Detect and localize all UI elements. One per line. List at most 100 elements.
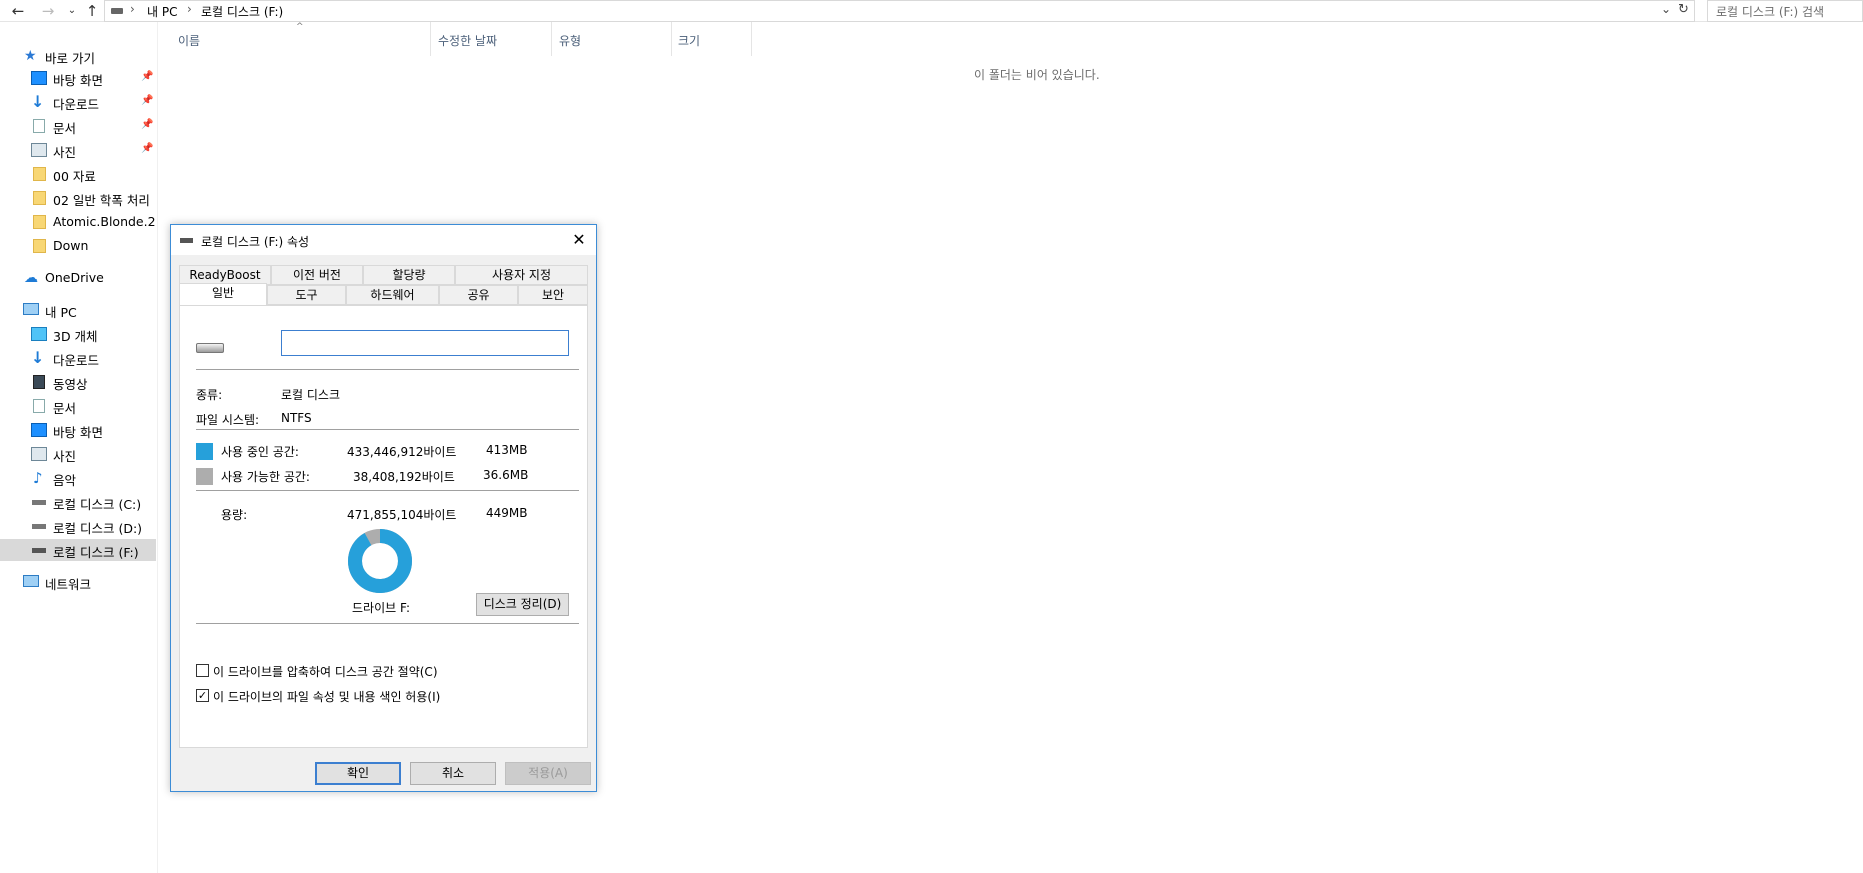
cancel-button[interactable]: 취소 [410, 762, 496, 785]
column-date-modified[interactable]: 수정한 날짜 [438, 32, 497, 49]
sidebar-item-label: 02 일반 학폭 처리 [53, 193, 150, 208]
refresh-icon[interactable]: ↻ [1678, 2, 1689, 17]
sidebar-item-folder[interactable]: 00 자료 [0, 163, 156, 185]
drive-icon [32, 500, 46, 505]
arrow-left-icon[interactable]: ← [8, 1, 28, 21]
column-name[interactable]: 이름 [178, 32, 200, 49]
sidebar-item-videos[interactable]: 동영상 [0, 371, 156, 393]
tab-security[interactable]: 보안 [518, 285, 588, 305]
sidebar-item-documents[interactable]: 문서 [0, 395, 156, 417]
column-divider[interactable] [430, 22, 431, 56]
sidebar-item-onedrive[interactable]: ☁ OneDrive [0, 267, 156, 289]
sidebar-item-label: 사진 [53, 449, 77, 464]
sidebar-item-label: 바탕 화면 [53, 425, 103, 440]
sidebar-item-drive-f[interactable]: 로컬 디스크 (F:) [0, 539, 156, 561]
desktop-icon [31, 423, 47, 437]
drive-letter-label: 드라이브 F: [352, 601, 410, 615]
tab-quota[interactable]: 할당량 [363, 265, 455, 285]
breadcrumb-current[interactable]: 로컬 디스크 (F:) [201, 3, 283, 20]
ok-button[interactable]: 확인 [315, 762, 401, 785]
sidebar-item-label: 로컬 디스크 (D:) [53, 521, 143, 536]
sidebar-item-network[interactable]: 네트워크 [0, 571, 156, 593]
compress-checkbox[interactable] [196, 664, 209, 677]
drive-icon [32, 548, 46, 553]
arrow-right-icon[interactable]: → [38, 1, 58, 21]
sidebar-item-pictures[interactable]: 사진 📌 [0, 139, 156, 161]
breadcrumb-this-pc[interactable]: 내 PC [147, 3, 177, 20]
close-icon[interactable]: ✕ [566, 229, 592, 251]
sidebar-item-folder[interactable]: 02 일반 학폭 처리 [0, 187, 156, 209]
cloud-icon: ☁ [24, 270, 38, 286]
sidebar-item-drive-c[interactable]: 로컬 디스크 (C:) [0, 491, 156, 513]
free-space-label: 사용 가능한 공간: [221, 470, 310, 484]
computer-icon [23, 303, 39, 315]
sidebar-item-music[interactable]: ♪ 음악 [0, 467, 156, 489]
sidebar-item-pictures[interactable]: 사진 [0, 443, 156, 465]
tab-hardware[interactable]: 하드웨어 [346, 285, 439, 305]
tab-readyboost[interactable]: ReadyBoost [179, 265, 271, 285]
sidebar-item-label: 문서 [53, 401, 77, 416]
video-icon [33, 375, 45, 389]
divider [196, 623, 579, 624]
sort-ascending-icon: ^ [296, 22, 304, 32]
sidebar-item-label: 사진 [53, 145, 77, 160]
capacity-label: 용량: [221, 508, 248, 522]
used-space-size: 413MB [486, 443, 528, 457]
properties-dialog: 로컬 디스크 (F:) 속성 ✕ ReadyBoost 이전 버전 할당량 사용… [170, 224, 597, 792]
index-label[interactable]: 이 드라이브의 파일 속성 및 내용 색인 허용(I) [213, 688, 440, 705]
tab-tools[interactable]: 도구 [267, 285, 346, 305]
sidebar-quick-access[interactable]: ★ 바로 가기 [0, 45, 156, 67]
sidebar-item-label: 로컬 디스크 (C:) [53, 497, 142, 512]
sidebar-item-label: 음악 [53, 473, 77, 488]
arrow-up-icon[interactable]: ↑ [82, 1, 102, 21]
picture-icon [31, 143, 47, 157]
sidebar-item-folder[interactable]: Atomic.Blonde.201 [0, 211, 156, 233]
tab-customize[interactable]: 사용자 지정 [455, 265, 588, 285]
used-space-arc [348, 529, 412, 593]
folder-icon [33, 239, 46, 253]
sidebar-item-label: 00 자료 [53, 169, 96, 184]
tab-general[interactable]: 일반 [179, 283, 267, 305]
sidebar-item-this-pc[interactable]: 내 PC [0, 299, 156, 321]
free-space-size: 36.6MB [483, 468, 529, 482]
sidebar-item-label: Atomic.Blonde.201 [53, 214, 156, 229]
sidebar-item-folder[interactable]: Down [0, 235, 156, 257]
sidebar-item-documents[interactable]: 문서 📌 [0, 115, 156, 137]
disk-cleanup-button[interactable]: 디스크 정리(D) [476, 593, 569, 616]
column-divider[interactable] [671, 22, 672, 56]
tab-sharing[interactable]: 공유 [439, 285, 518, 305]
sidebar-item-3d-objects[interactable]: 3D 개체 [0, 323, 156, 345]
sidebar-item-label: 문서 [53, 121, 77, 136]
tab-previous-versions[interactable]: 이전 버전 [271, 265, 363, 285]
column-type[interactable]: 유형 [559, 32, 581, 49]
pin-icon[interactable]: 📌 [141, 71, 153, 82]
drive-icon [111, 8, 123, 14]
sidebar-item-label: 바탕 화면 [53, 73, 103, 88]
drive-icon [180, 238, 193, 243]
address-bar[interactable]: › 내 PC › 로컬 디스크 (F:) ⌄ ↻ [104, 0, 1695, 22]
drive-name-input[interactable] [281, 330, 569, 356]
apply-button[interactable]: 적용(A) [505, 762, 591, 785]
pin-icon[interactable]: 📌 [141, 95, 153, 106]
chevron-down-icon[interactable]: ⌄ [1661, 2, 1671, 16]
capacity-size: 449MB [486, 506, 528, 520]
divider [196, 490, 579, 491]
divider [196, 429, 579, 430]
search-input[interactable]: 로컬 디스크 (F:) 검색 [1707, 0, 1863, 22]
sidebar-item-desktop[interactable]: 바탕 화면 📌 [0, 67, 156, 89]
column-size[interactable]: 크기 [678, 32, 700, 49]
sidebar-item-desktop[interactable]: 바탕 화면 [0, 419, 156, 441]
folder-icon [33, 167, 46, 181]
sidebar-item-downloads[interactable]: ↓ 다운로드 [0, 347, 156, 369]
column-divider[interactable] [551, 22, 552, 56]
compress-label[interactable]: 이 드라이브를 압축하여 디스크 공간 절약(C) [213, 663, 438, 680]
network-icon [23, 575, 39, 587]
dialog-titlebar[interactable]: 로컬 디스크 (F:) 속성 ✕ [171, 225, 596, 255]
chevron-down-icon[interactable]: ⌄ [62, 1, 82, 21]
index-checkbox[interactable]: ✓ [196, 689, 209, 702]
sidebar-item-downloads[interactable]: ↓ 다운로드 📌 [0, 91, 156, 113]
pin-icon[interactable]: 📌 [141, 119, 153, 130]
column-divider[interactable] [751, 22, 752, 56]
pin-icon[interactable]: 📌 [141, 143, 153, 154]
sidebar-item-drive-d[interactable]: 로컬 디스크 (D:) [0, 515, 156, 537]
